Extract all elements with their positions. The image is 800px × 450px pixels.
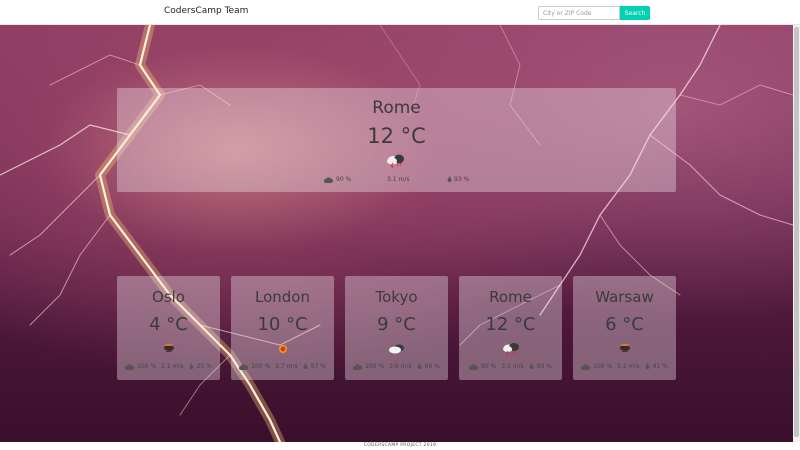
thunderstorm-rain-icon [387, 154, 404, 168]
city-card-tokyo[interactable]: Tokyo 9 °C 100 % 3.6 m/s 66 % [345, 276, 448, 380]
city-search-input[interactable] [538, 6, 620, 20]
card-humidity-stat: 57 % [303, 363, 326, 370]
card-city-name: Oslo [152, 288, 185, 306]
card-wind-value: 3.7 m/s [275, 363, 298, 370]
card-clouds-stat: 90 % [469, 363, 496, 370]
brand-title[interactable]: CodersCamp Team [164, 6, 248, 16]
card-stats: 100 % 2.1 m/s 25 % [117, 363, 220, 370]
water-drop-icon [303, 363, 308, 369]
city-card-rome[interactable]: Rome 12 °C 90 % 3.1 m/s 93 % [459, 276, 562, 380]
main-wind-value: 3.1 m/s [387, 176, 410, 183]
card-humidity-value: 93 % [536, 363, 552, 370]
main-clouds-value: 90 % [336, 176, 352, 183]
cloud-icon [125, 363, 135, 370]
cloud-icon [581, 363, 591, 370]
card-stats: 90 % 3.1 m/s 93 % [459, 363, 562, 370]
main-city-name: Rome [372, 98, 421, 118]
card-wind-value: 3.1 m/s [501, 363, 524, 370]
card-clouds-value: 100 % [137, 363, 157, 370]
water-drop-icon [529, 363, 534, 369]
card-temperature: 6 °C [605, 314, 644, 335]
mist-icon [620, 344, 630, 352]
card-temperature: 9 °C [377, 314, 416, 335]
main-stats: 90 % [324, 176, 351, 183]
card-humidity-value: 57 % [310, 363, 326, 370]
card-humidity-value: 41 % [652, 363, 668, 370]
search-button[interactable]: Search [620, 6, 650, 20]
card-clouds-stat: 100 % [125, 363, 156, 370]
cloud-sun-icon [389, 344, 404, 354]
card-humidity-value: 25 % [196, 363, 212, 370]
card-city-name: Warsaw [595, 288, 654, 306]
cloud-icon [469, 363, 479, 370]
main-humidity-stat: 93 % [447, 176, 469, 183]
thunderstorm-rain-icon [503, 343, 519, 356]
card-humidity-value: 66 % [424, 363, 440, 370]
city-card-oslo[interactable]: Oslo 4 °C 100 % 2.1 m/s 25 % [117, 276, 220, 380]
card-stats: 100 % 3.6 m/s 66 % [345, 363, 448, 370]
card-temperature: 10 °C [257, 314, 308, 335]
cloud-icon [239, 363, 249, 370]
card-city-name: Tokyo [375, 288, 418, 306]
main-wind-stat: 3.1 m/s [387, 176, 409, 183]
card-humidity-stat: 25 % [189, 363, 212, 370]
card-clouds-value: 100 % [593, 363, 613, 370]
cloud-icon [353, 363, 363, 370]
main-clouds-stat: 90 % [324, 176, 351, 183]
card-clouds-stat: 100 % [353, 363, 384, 370]
mist-icon [164, 344, 174, 352]
card-humidity-stat: 93 % [529, 363, 552, 370]
water-drop-icon [189, 363, 194, 369]
card-clouds-stat: 100 % [239, 363, 270, 370]
card-stats: 100 % 3.7 m/s 57 % [231, 363, 334, 370]
main-temperature: 12 °C [367, 124, 426, 148]
scrollbar-thumb[interactable] [794, 27, 799, 437]
card-clouds-stat: 100 % [581, 363, 612, 370]
card-stats: 100 % 5.1 m/s 41 % [573, 363, 676, 370]
card-humidity-stat: 41 % [645, 363, 668, 370]
card-clouds-value: 90 % [481, 363, 497, 370]
card-city-name: Rome [489, 288, 532, 306]
city-card-london[interactable]: London 10 °C 100 % 3.7 m/s 57 % [231, 276, 334, 380]
card-humidity-stat: 66 % [417, 363, 440, 370]
city-card-warsaw[interactable]: Warsaw 6 °C 100 % 5.1 m/s 41 % [573, 276, 676, 380]
water-drop-icon [447, 176, 452, 182]
main-humidity-value: 93 % [454, 176, 470, 183]
top-navbar: CodersCamp Team Search [0, 0, 800, 25]
card-city-name: London [255, 288, 310, 306]
water-drop-icon [645, 363, 650, 369]
sun-icon [279, 345, 287, 353]
page-footer: CODERSCAMP PROJECT 2019 [0, 442, 800, 450]
card-wind-value: 3.6 m/s [389, 363, 412, 370]
card-wind-value: 5.1 m/s [617, 363, 640, 370]
card-temperature: 12 °C [485, 314, 536, 335]
current-city-card: Rome 12 °C 90 % 3.1 m/s 93 % [117, 88, 676, 192]
card-temperature: 4 °C [149, 314, 188, 335]
card-clouds-value: 100 % [251, 363, 271, 370]
card-clouds-value: 100 % [365, 363, 385, 370]
water-drop-icon [417, 363, 422, 369]
cloud-icon [324, 176, 333, 183]
card-wind-value: 2.1 m/s [161, 363, 184, 370]
